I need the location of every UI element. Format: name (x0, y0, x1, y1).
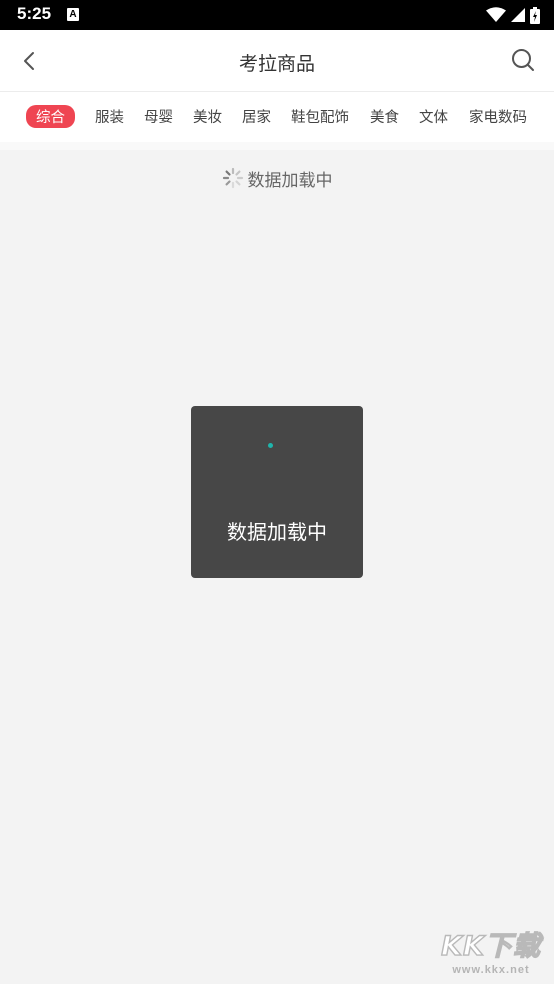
status-time: 5:25 (17, 4, 52, 23)
nav-bar: 考拉商品 (0, 30, 554, 92)
toast-spinner-icon (268, 443, 273, 448)
tab-home[interactable]: 居家 (242, 106, 271, 127)
tab-electronics[interactable]: 家电数码 (469, 106, 527, 127)
tab-clothing[interactable]: 服装 (95, 106, 124, 127)
loading-toast: 数据加载中 (191, 406, 363, 578)
tab-comprehensive[interactable]: 综合 (26, 105, 75, 128)
loading-indicator: 数据加载中 (0, 166, 554, 191)
spinner-icon (222, 167, 243, 189)
status-icons (486, 6, 540, 24)
tab-shoes-bags[interactable]: 鞋包配饰 (291, 106, 349, 127)
search-icon (512, 49, 534, 71)
page-title: 考拉商品 (238, 53, 315, 75)
watermark: KK下载 www.kkx.net (432, 924, 550, 980)
search-button[interactable] (510, 47, 536, 73)
category-tabs: 综合 服装 母婴 美妆 居家 鞋包配饰 美食 文体 家电数码 (0, 92, 554, 142)
loading-text: 数据加载中 (247, 170, 333, 191)
tab-beauty[interactable]: 美妆 (193, 106, 222, 127)
tab-stationery-sports[interactable]: 文体 (419, 106, 448, 127)
tab-food[interactable]: 美食 (370, 106, 399, 127)
toast-text: 数据加载中 (227, 520, 327, 544)
tab-mother-baby[interactable]: 母婴 (144, 106, 173, 127)
status-bar: 5:25 A (0, 0, 554, 30)
notification-a-icon: A (67, 8, 79, 21)
divider (0, 142, 554, 150)
wifi-icon (486, 7, 506, 22)
watermark-url: www.kkx.net (452, 964, 530, 976)
battery-icon (530, 6, 540, 24)
watermark-logo: KK下载 (440, 930, 541, 962)
signal-icon (511, 8, 525, 22)
